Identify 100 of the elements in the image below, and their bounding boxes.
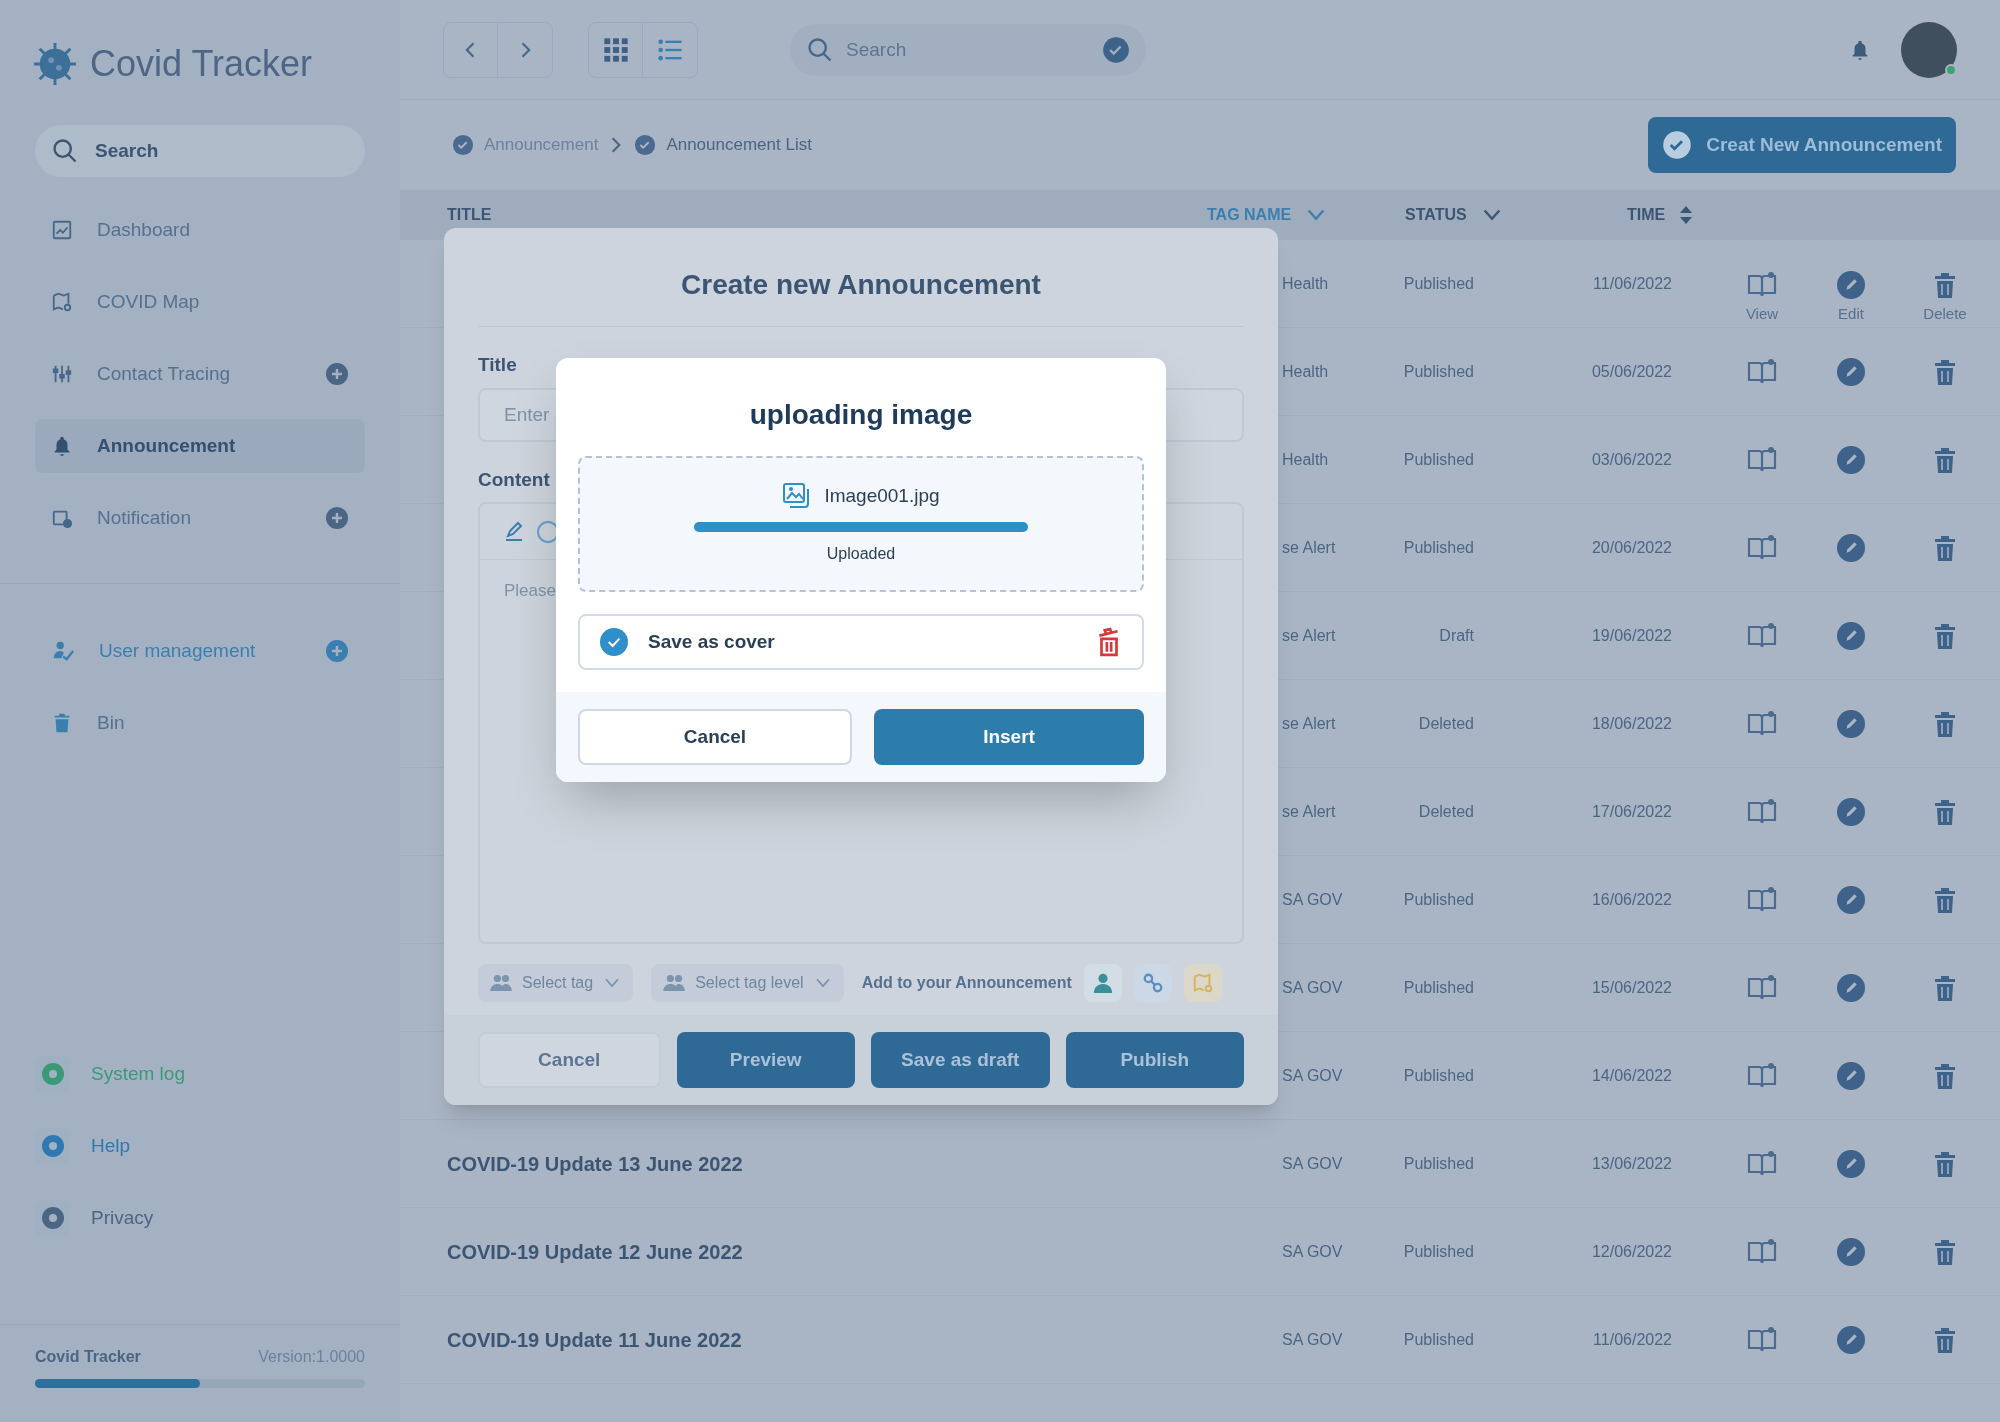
delete-button[interactable] [1933,1237,1957,1266]
nav-item[interactable]: Help [0,1110,400,1182]
delete-button[interactable] [1933,709,1957,738]
date-text: 03/06/2022 [1591,450,1672,468]
view-button[interactable] [1747,621,1777,650]
person-button[interactable] [1083,964,1122,1002]
column-header[interactable]: TITLE [447,203,492,227]
view-button[interactable] [1747,1237,1777,1266]
dialog-button[interactable]: Publish [1065,1032,1244,1088]
delete-button[interactable] [1933,621,1957,650]
search-field[interactable]: Search [35,125,365,177]
nav-item[interactable]: COVID Map [35,275,365,329]
dialog-button[interactable]: Insert [874,709,1144,765]
dialog-title: Create new Announcement [478,228,1244,327]
column-header[interactable]: TAG NAME [1207,203,1292,227]
announcement-title: COVID-19 Update 11 June 2022 [447,1328,742,1351]
delete-button[interactable] [1933,1061,1957,1090]
edit-button[interactable] [1837,533,1865,562]
nav-item[interactable]: Contact Tracing [35,347,365,401]
view-button[interactable] [1747,1325,1777,1354]
open-book-icon [1747,533,1777,562]
nav-item[interactable]: Announcement [35,419,365,473]
open-book-icon [1747,709,1777,738]
delete-button[interactable] [1933,1325,1957,1354]
edit-button[interactable] [1837,621,1865,650]
edit-button[interactable]: Edit [1837,271,1865,326]
link-button[interactable] [1133,964,1172,1002]
view-button[interactable]: View [1745,271,1779,326]
delete-button[interactable] [1933,357,1957,386]
column-header[interactable]: TIME [1627,203,1666,227]
nav-item[interactable]: Notification [35,491,365,545]
tag-select[interactable]: Select tag level [651,964,844,1002]
grid-icon [601,35,630,64]
edit-button[interactable] [1837,709,1865,738]
date-text: 18/06/2022 [1591,714,1672,732]
nav-item[interactable]: Privacy [0,1182,400,1254]
delete-button[interactable] [1933,885,1957,914]
edit-button[interactable] [1837,445,1865,474]
sort-icon [1679,205,1694,225]
column-header[interactable]: STATUS [1405,203,1467,227]
link-icon [1141,972,1164,994]
edit-button[interactable] [1837,1061,1865,1090]
view-button[interactable] [1747,357,1777,386]
view-button[interactable] [1747,533,1777,562]
pencil-circle-icon [1837,885,1865,914]
date-text: 05/06/2022 [1591,362,1672,380]
dialog-button[interactable]: Cancel [578,709,852,765]
nav-item[interactable]: Dashboard [35,203,365,257]
delete-button[interactable] [1933,973,1957,1002]
edit-button[interactable] [1837,1149,1865,1178]
trash-icon [1933,1149,1957,1178]
dialog-button[interactable]: Preview [676,1032,855,1088]
trash-icon [1933,533,1957,562]
delete-button[interactable] [1933,797,1957,826]
open-book-icon [1747,357,1777,386]
pencil-circle-icon [1837,1061,1865,1090]
tag-name: Health [1282,274,1329,292]
dialog-button[interactable]: Save as draft [871,1032,1050,1088]
view-button[interactable] [1747,797,1777,826]
edit-button[interactable] [1837,885,1865,914]
nav-item[interactable]: User management [35,624,365,678]
trash-icon [1933,445,1957,474]
status-text: Deleted [1418,714,1474,732]
trash-icon [1933,1325,1957,1354]
open-book-icon [1747,885,1777,914]
view-button[interactable] [1747,973,1777,1002]
view-button[interactable] [1747,709,1777,738]
edit-button[interactable] [1837,1325,1865,1354]
view-button[interactable] [1747,1149,1777,1178]
view-button[interactable] [1747,1061,1777,1090]
view-button[interactable] [1747,885,1777,914]
dialog-button[interactable]: Cancel [478,1032,661,1088]
edit-button[interactable] [1837,1237,1865,1266]
pencil-circle-icon [1837,445,1865,474]
edit-button[interactable] [1837,357,1865,386]
delete-button[interactable]: Delete [1923,271,1967,326]
checkbox[interactable] [600,628,628,656]
announcement-title: COVID-19 Update 12 June 2022 [447,1240,743,1263]
search-icon [51,137,79,165]
nav-item[interactable]: System log [0,1038,400,1110]
people-icon [663,974,686,992]
tag-select[interactable]: Select tag [478,964,634,1002]
delete-button[interactable] [1933,445,1957,474]
status-text: Published [1403,1066,1474,1084]
user-icon [51,640,75,662]
create-announcement-button[interactable]: Creat New Announcement [1648,117,1956,173]
search-field[interactable]: Search [790,23,1146,76]
nav-item[interactable]: Bin [35,696,365,750]
open-book-icon [1747,1237,1777,1266]
edit-button[interactable] [1837,797,1865,826]
date-text: 16/06/2022 [1591,890,1672,908]
tag-name: se Alert [1282,626,1336,644]
breadcrumb-link[interactable]: Announcement List [666,132,812,158]
edit-button[interactable] [1837,973,1865,1002]
breadcrumb-link[interactable]: Announcement [484,132,599,158]
view-button[interactable] [1747,445,1777,474]
delete-button[interactable] [1933,533,1957,562]
delete-button[interactable] [1933,1149,1957,1178]
add-label: Add to your Announcement [861,973,1072,993]
open-book-icon [1747,1061,1777,1090]
